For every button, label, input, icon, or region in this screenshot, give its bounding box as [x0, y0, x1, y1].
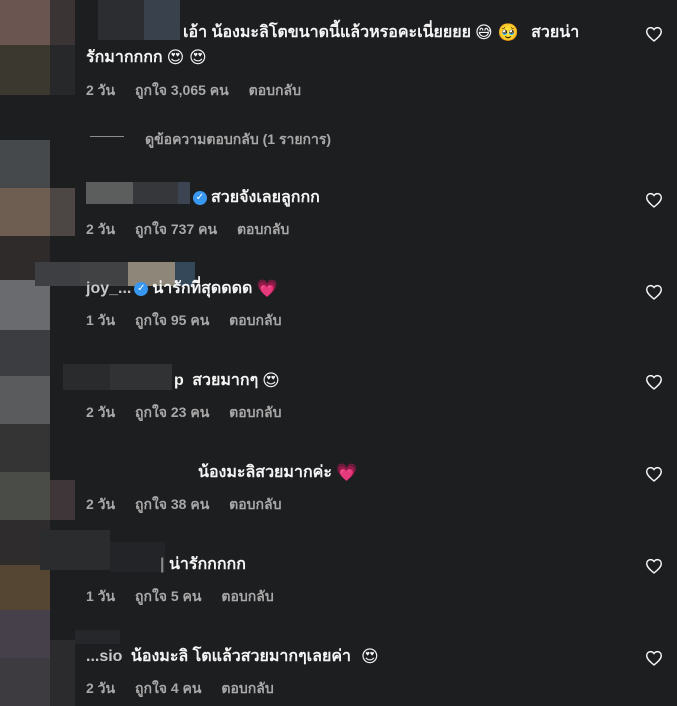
- likes-count[interactable]: ถูกใจ 3,065 คน: [135, 82, 229, 98]
- comment-meta: 2 วัน ถูกใจ 23 คน ตอบกลับ: [86, 402, 298, 424]
- comment-time: 2 วัน: [86, 404, 116, 420]
- reply-button[interactable]: ตอบกลับ: [229, 312, 281, 328]
- comment-time: 1 วัน: [86, 588, 116, 604]
- emoji: 😍: [361, 646, 379, 666]
- reply-button[interactable]: ตอบกลับ: [229, 496, 281, 512]
- heart-outline-icon[interactable]: [645, 284, 663, 300]
- emoji: 😍: [262, 370, 280, 390]
- username[interactable]: joy_...: [86, 280, 131, 297]
- comment-text: เอ้า น้องมะลิโตขนาดนี้แล้วหรอคะเนี่ยยยย 😅…: [183, 22, 580, 42]
- comment-meta: 2 วัน ถูกใจ 38 คน ตอบกลับ: [86, 494, 298, 516]
- emoji: 😅 🥹: [475, 22, 519, 42]
- view-replies-link[interactable]: ดูข้อความตอบกลับ (1 รายการ): [145, 129, 331, 151]
- emoji: 💗: [256, 278, 278, 298]
- heart-outline-icon[interactable]: [645, 374, 663, 390]
- comment-text: ✓ สวยจังเลยลูกกก: [190, 185, 320, 210]
- emoji: 💗: [335, 462, 358, 482]
- username[interactable]: ...sio: [86, 648, 122, 665]
- emoji: 😍 😍: [166, 47, 207, 67]
- reply-button[interactable]: ตอบกลับ: [221, 680, 273, 696]
- replies-divider: [90, 136, 124, 137]
- comment-meta: 1 วัน ถูกใจ 95 คน ตอบกลับ: [86, 310, 298, 332]
- likes-count[interactable]: ถูกใจ 23 คน: [135, 404, 209, 420]
- heart-outline-icon[interactable]: [645, 192, 663, 208]
- reply-button[interactable]: ตอบกลับ: [249, 82, 301, 98]
- blurred-username: [98, 0, 144, 40]
- likes-count[interactable]: ถูกใจ 95 คน: [135, 312, 209, 328]
- verified-badge-icon: ✓: [193, 190, 207, 205]
- likes-count[interactable]: ถูกใจ 38 คน: [135, 496, 209, 512]
- comment-meta: 2 วัน ถูกใจ 4 คน ตอบกลับ: [86, 678, 290, 700]
- heart-outline-icon[interactable]: [645, 650, 663, 666]
- comment-time: 1 วัน: [86, 312, 116, 328]
- comment-text-continued: รักมากกกก 😍 😍: [86, 47, 207, 67]
- likes-count[interactable]: ถูกใจ 737 คน: [135, 221, 217, 237]
- comment-time: 2 วัน: [86, 496, 116, 512]
- reply-button[interactable]: ตอบกลับ: [221, 588, 273, 604]
- comment-text: | น่ารักกกกก: [160, 556, 246, 573]
- heart-outline-icon[interactable]: [645, 26, 663, 42]
- verified-badge-icon: ✓: [134, 281, 149, 296]
- comment-time: 2 วัน: [86, 82, 116, 98]
- heart-outline-icon[interactable]: [645, 558, 663, 574]
- comment-text: ...sio น้องมะลิ โตแล้วสวยมากๆเลยค่า 😍: [86, 646, 379, 666]
- comment-meta: 1 วัน ถูกใจ 5 คน ตอบกลับ: [86, 586, 290, 608]
- comment-text: น้องมะลิสวยมากค่ะ 💗: [198, 462, 358, 482]
- reply-button[interactable]: ตอบกลับ: [229, 404, 281, 420]
- comment-time: 2 วัน: [86, 680, 116, 696]
- heart-outline-icon[interactable]: [645, 466, 663, 482]
- comment-time: 2 วัน: [86, 221, 116, 237]
- comment-meta: 2 วัน ถูกใจ 3,065 คน ตอบกลับ: [86, 80, 317, 102]
- comment-text: p สวยมากๆ 😍: [174, 370, 280, 390]
- reply-button[interactable]: ตอบกลับ: [237, 221, 289, 237]
- username[interactable]: p: [174, 372, 184, 389]
- comment-meta: 2 วัน ถูกใจ 737 คน ตอบกลับ: [86, 219, 305, 241]
- avatar-column: [0, 0, 75, 706]
- blurred-username: [144, 0, 180, 40]
- likes-count[interactable]: ถูกใจ 4 คน: [135, 680, 202, 696]
- comment-text: joy_... ✓ น่ารักที่สุดดดด 💗: [86, 278, 278, 298]
- likes-count[interactable]: ถูกใจ 5 คน: [135, 588, 202, 604]
